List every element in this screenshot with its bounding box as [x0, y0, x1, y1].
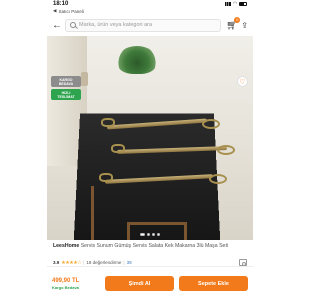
- product-page: 18:10 ◠ ◀ Satıcı Paneli ← Marka, ürün ve…: [47, 0, 253, 300]
- status-bar: 18:10 ◠: [47, 0, 253, 8]
- camera-icon[interactable]: [239, 259, 247, 266]
- add-to-cart-button[interactable]: Sepete Ekle: [179, 276, 248, 291]
- price-box: 499,90 TL Kargo Bedava: [52, 278, 100, 290]
- reviews-link[interactable]: 18 değerlendirme: [86, 260, 121, 265]
- back-small-icon: ◀: [53, 8, 57, 13]
- search-placeholder: Marka, ürün veya kategori ara: [79, 22, 153, 28]
- back-to-app-label: Satıcı Paneli: [58, 8, 84, 14]
- star-rating-icon: ★★★★☆: [61, 259, 82, 266]
- wifi-icon: ◠: [233, 1, 237, 7]
- product-title: LeesHome Servis Sunum Gümüş Servis Salat…: [53, 243, 247, 256]
- free-shipping-tag: KARGO BEDAVA: [51, 76, 81, 87]
- battery-icon: [239, 2, 247, 6]
- back-arrow-icon[interactable]: ←: [52, 20, 62, 31]
- status-time: 18:10: [53, 1, 69, 7]
- gallery-dot[interactable]: [152, 233, 155, 236]
- signal-icon: [225, 2, 232, 6]
- buy-now-button[interactable]: Şimdi Al: [105, 276, 174, 291]
- favorite-button[interactable]: ♡: [237, 76, 248, 87]
- product-image-gallery[interactable]: KARGO BEDAVA HIZLI TESLİMAT ♡: [47, 36, 253, 240]
- rating-row: 3.9 ★★★★☆ | 18 değerlendirme | 39: [53, 259, 247, 266]
- fast-delivery-tag: HIZLI TESLİMAT: [51, 89, 81, 100]
- heart-icon: ♡: [239, 78, 246, 86]
- top-header: ← Marka, ürün veya kategori ara 🛒︎ 0 ⇪: [47, 14, 253, 36]
- share-icon[interactable]: ⇪: [241, 21, 248, 30]
- search-icon: [70, 22, 76, 28]
- rating-score: 3.9: [53, 260, 60, 265]
- bottom-action-bar: 499,90 TL Kargo Bedava Şimdi Al Sepete E…: [47, 266, 253, 300]
- gallery-dot[interactable]: [140, 233, 145, 236]
- ratings-count[interactable]: 39: [127, 260, 132, 265]
- price: 499,90 TL: [52, 277, 80, 284]
- gallery-dot[interactable]: [147, 233, 150, 236]
- cart-button[interactable]: 🛒︎ 0: [226, 16, 241, 31]
- status-icons: ◠: [225, 1, 247, 7]
- shipping-label: Kargo Bedava: [52, 284, 79, 290]
- gallery-dot[interactable]: [157, 233, 160, 236]
- product-name: Servis Sunum Gümüş Servis Salata Kek Mak…: [80, 243, 229, 249]
- gallery-pagination: [47, 233, 253, 236]
- brand-link[interactable]: LeesHome: [53, 243, 79, 249]
- cart-count-badge: 0: [234, 16, 241, 23]
- search-input[interactable]: Marka, ürün veya kategori ara: [65, 18, 222, 32]
